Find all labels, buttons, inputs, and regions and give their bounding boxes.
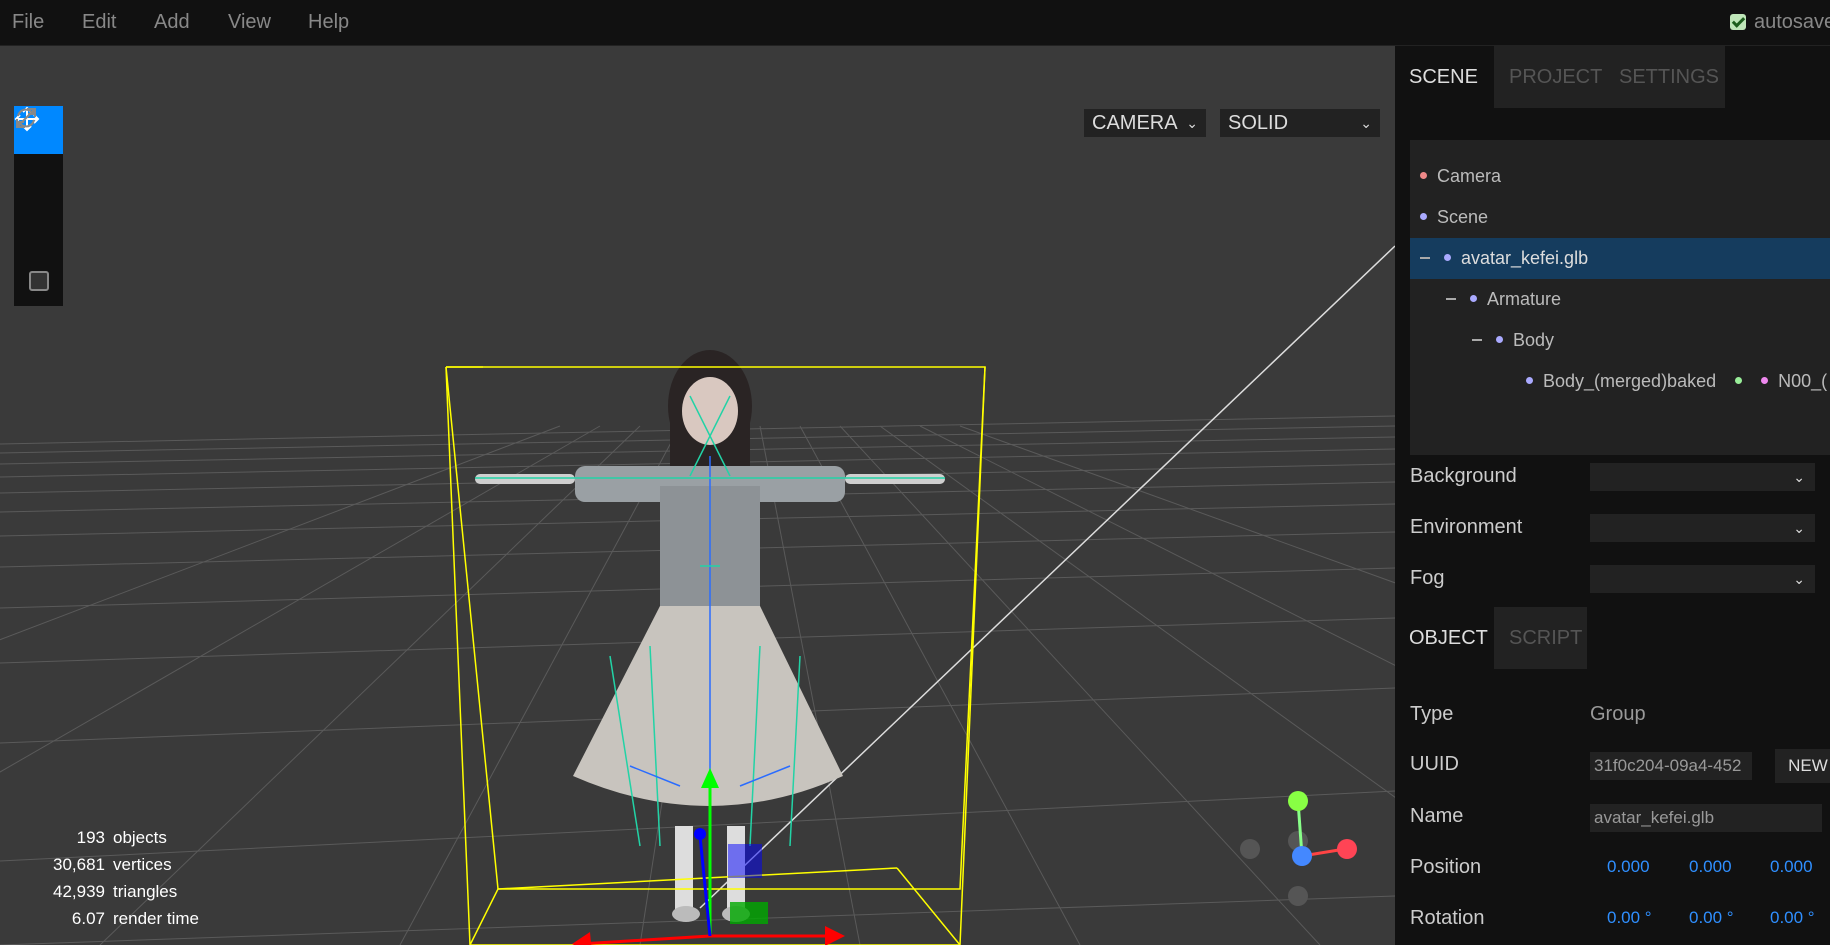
type-label: Type xyxy=(1410,703,1454,725)
autosave-toggle[interactable]: autosave xyxy=(1730,0,1830,44)
collapse-icon[interactable] xyxy=(1420,257,1430,259)
tab-object[interactable]: OBJECT xyxy=(1395,607,1495,669)
camera-select-value: CAMERA xyxy=(1092,112,1178,134)
outliner-label: Body_(merged)baked xyxy=(1543,371,1717,391)
tab-settings[interactable]: SETTINGS xyxy=(1605,46,1725,108)
render-time-label: render time xyxy=(113,909,199,928)
rotation-z-field[interactable]: 0.00 ° xyxy=(1770,898,1815,938)
menu-edit[interactable]: Edit xyxy=(82,0,116,44)
outliner-label: avatar_kefei.glb xyxy=(1461,248,1589,268)
name-label: Name xyxy=(1410,805,1464,827)
sidebar-tabs: SCENE PROJECT SETTINGS xyxy=(1395,46,1830,108)
object-tabs: OBJECT SCRIPT xyxy=(1395,607,1830,669)
background-label: Background xyxy=(1410,465,1517,487)
shading-select[interactable]: SOLID ⌄ xyxy=(1220,109,1380,137)
camera-select[interactable]: CAMERA ⌄ xyxy=(1084,109,1206,137)
outliner-label: Armature xyxy=(1487,289,1562,309)
outliner-item-camera[interactable]: Camera xyxy=(1410,156,1830,197)
rotate-tool[interactable] xyxy=(14,108,63,202)
type-value: Group xyxy=(1590,703,1646,725)
autosave-checkbox[interactable] xyxy=(1730,14,1746,30)
render-info: 193 objects 30,681 vertices 42,939 triangle… xyxy=(20,824,199,932)
local-space-toggle[interactable] xyxy=(14,250,63,306)
uuid-row: UUID 31f0c204-09a4-452 NEW xyxy=(1410,744,1830,784)
axis-view-helper[interactable] xyxy=(1240,791,1357,906)
uuid-field[interactable]: 31f0c204-09a4-452 xyxy=(1590,752,1752,780)
menu-help[interactable]: Help xyxy=(308,0,349,44)
type-row: Type Group xyxy=(1410,694,1830,734)
position-z-field[interactable]: 0.000 xyxy=(1770,847,1813,887)
position-x-field[interactable]: 0.000 xyxy=(1607,847,1650,887)
object-dot-icon xyxy=(1526,377,1533,384)
rotation-y-field[interactable]: 0.00 ° xyxy=(1689,898,1734,938)
uuid-label: UUID xyxy=(1410,753,1459,775)
object-dot-icon xyxy=(1420,213,1427,220)
material-label: N00_( xyxy=(1778,371,1828,391)
geometry-dot-icon xyxy=(1735,377,1743,384)
chevron-down-icon: ⌄ xyxy=(1793,469,1805,485)
outliner-label: Camera xyxy=(1437,166,1502,186)
chevron-down-icon: ⌄ xyxy=(1186,115,1198,131)
shading-select-value: SOLID xyxy=(1228,112,1289,134)
scale-tool[interactable] xyxy=(14,108,63,250)
collapse-icon[interactable] xyxy=(1472,339,1482,341)
chevron-down-icon: ⌄ xyxy=(1360,115,1372,131)
new-uuid-button[interactable]: NEW xyxy=(1775,749,1830,783)
object-dot-icon xyxy=(1444,254,1451,261)
object-dot-icon xyxy=(1470,295,1477,302)
fog-label: Fog xyxy=(1410,567,1445,589)
fog-row: Fog ⌄ xyxy=(1410,558,1830,598)
position-label: Position xyxy=(1410,856,1482,878)
outliner-item-scene[interactable]: Scene xyxy=(1410,197,1830,238)
render-time-value: 6.07 xyxy=(71,909,105,928)
position-y-field[interactable]: 0.000 xyxy=(1689,847,1732,887)
outliner-item-body[interactable]: Body xyxy=(1410,320,1830,361)
scale-icon xyxy=(16,108,36,128)
outliner-label: Scene xyxy=(1437,207,1489,227)
local-checkbox[interactable] xyxy=(28,271,49,291)
rotation-x-field[interactable]: 0.00 ° xyxy=(1607,898,1652,938)
vertices-count: 30,681 xyxy=(53,855,105,874)
environment-select[interactable]: ⌄ xyxy=(1590,514,1815,542)
scene-canvas[interactable] xyxy=(0,46,1395,945)
tab-project[interactable]: PROJECT xyxy=(1495,46,1605,108)
rotation-row: Rotation 0.00 ° 0.00 ° 0.00 ° xyxy=(1410,898,1830,938)
chevron-down-icon: ⌄ xyxy=(1793,520,1805,536)
menubar: File Edit Add View Help autosave xyxy=(0,0,1830,46)
fog-select[interactable]: ⌄ xyxy=(1590,565,1815,593)
material-dot-icon xyxy=(1761,377,1769,384)
menu-file[interactable]: File xyxy=(12,0,44,44)
environment-label: Environment xyxy=(1410,516,1523,538)
vertices-label: vertices xyxy=(113,855,172,874)
name-row: Name avatar_kefei.glb xyxy=(1410,796,1830,836)
rotation-label: Rotation xyxy=(1410,907,1485,929)
tab-script[interactable]: SCRIPT xyxy=(1495,607,1587,669)
name-field[interactable]: avatar_kefei.glb xyxy=(1590,804,1822,832)
position-row: Position 0.000 0.000 0.000 xyxy=(1410,847,1830,887)
menu-view[interactable]: View xyxy=(228,0,271,44)
outliner-item-body-merged[interactable]: Body_(merged)baked N00_( xyxy=(1410,361,1830,402)
background-row: Background ⌄ xyxy=(1410,456,1830,496)
objects-count: 193 xyxy=(76,828,105,847)
sidebar: SCENE PROJECT SETTINGS Camera Scene avat… xyxy=(1395,46,1830,945)
menu-add[interactable]: Add xyxy=(154,0,190,44)
object-dot-icon xyxy=(1496,336,1503,343)
transform-gizmo[interactable] xyxy=(572,768,845,945)
triangles-label: triangles xyxy=(113,882,178,901)
collapse-icon[interactable] xyxy=(1446,298,1456,300)
chevron-down-icon: ⌄ xyxy=(1793,571,1805,587)
transform-toolbar xyxy=(14,106,63,306)
scene-outliner[interactable]: Camera Scene avatar_kefei.glb Armature B… xyxy=(1410,140,1830,455)
viewport[interactable]: CAMERA ⌄ SOLID ⌄ 193 objects 30,681 vertic… xyxy=(0,46,1395,945)
camera-dot-icon xyxy=(1420,172,1427,179)
outliner-item-avatar[interactable]: avatar_kefei.glb xyxy=(1410,238,1830,279)
environment-row: Environment ⌄ xyxy=(1410,507,1830,547)
background-select[interactable]: ⌄ xyxy=(1590,463,1815,491)
autosave-label: autosave xyxy=(1754,11,1830,33)
triangles-count: 42,939 xyxy=(53,882,105,901)
tab-scene[interactable]: SCENE xyxy=(1395,46,1495,108)
outliner-label: Body xyxy=(1513,330,1555,350)
outliner-item-armature[interactable]: Armature xyxy=(1410,279,1830,320)
objects-label: objects xyxy=(113,828,167,847)
